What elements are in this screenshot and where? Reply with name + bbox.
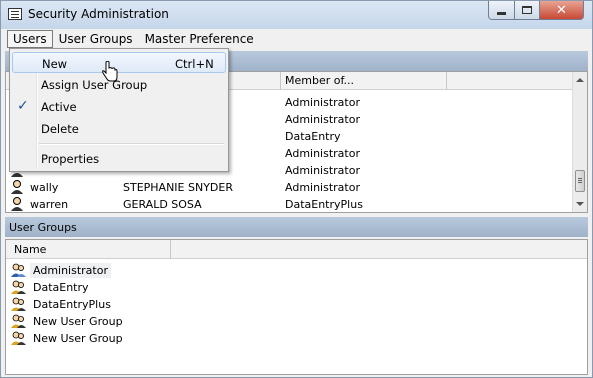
member-of-cell: DataEntryPlus	[285, 198, 363, 211]
menu-item-properties[interactable]: Properties	[12, 148, 226, 169]
member-of-cell: DataEntry	[285, 130, 341, 143]
member-of-cell: Administrator	[285, 147, 360, 160]
menu-item-active[interactable]: ✓ Active	[12, 96, 226, 117]
column-separator[interactable]	[446, 72, 447, 90]
list-item[interactable]: DataEntryPlus	[10, 296, 114, 312]
group-name: Administrator	[30, 262, 111, 278]
login-cell: wally	[30, 181, 59, 194]
name-cell: STEPHANIE SNYDER	[123, 181, 233, 194]
menu-item-label: Assign User Group	[41, 78, 148, 92]
app-icon	[8, 8, 22, 20]
list-item[interactable]: New User Group	[10, 330, 126, 346]
maximize-icon	[522, 6, 532, 14]
mouse-cursor-hand-icon	[102, 61, 118, 82]
table-row[interactable]: wally STEPHANIE SNYDER Administrator	[6, 179, 573, 196]
group-name: New User Group	[33, 331, 123, 345]
member-of-cell: Administrator	[285, 164, 360, 177]
close-icon: ✕	[556, 2, 567, 18]
menu-item-label: Properties	[41, 152, 100, 166]
menu-item-label: Active	[41, 100, 77, 114]
groups-list[interactable]: Name Administrator DataEntry DataEntryPl…	[5, 239, 588, 375]
menu-master-preference[interactable]: Master Preference	[139, 30, 260, 48]
user-group-icon	[11, 297, 26, 311]
minimize-button[interactable]	[488, 1, 515, 20]
user-icon	[11, 180, 23, 194]
login-cell: warren	[30, 198, 69, 211]
menu-users[interactable]: Users	[7, 30, 53, 48]
menu-separator	[39, 143, 224, 144]
users-scrollbar[interactable]	[572, 72, 587, 212]
users-dropdown-menu: New Ctrl+N Assign User Group ✓ Active De…	[9, 48, 229, 172]
group-name: New User Group	[33, 314, 123, 328]
window-title: Security Administration	[28, 7, 169, 21]
member-of-cell: Administrator	[285, 113, 360, 126]
user-icon	[11, 197, 23, 211]
maximize-button[interactable]	[514, 1, 540, 20]
group-name: DataEntryPlus	[33, 297, 111, 311]
user-group-icon	[11, 331, 26, 345]
list-item[interactable]: DataEntry	[10, 279, 92, 295]
menu-item-label: New	[42, 57, 68, 71]
table-row[interactable]: warren GERALD SOSA DataEntryPlus	[6, 196, 573, 213]
column-separator[interactable]	[170, 240, 171, 259]
user-group-icon	[11, 280, 26, 294]
menu-item-shortcut: Ctrl+N	[175, 57, 214, 71]
column-member-of[interactable]: Member of...	[285, 74, 354, 87]
menu-item-new[interactable]: New Ctrl+N	[12, 52, 226, 73]
scroll-thumb[interactable]	[575, 170, 585, 192]
member-of-cell: Administrator	[285, 96, 360, 109]
user-group-icon	[11, 263, 26, 277]
menu-item-label: Delete	[41, 122, 79, 136]
column-name[interactable]: Name	[14, 243, 46, 256]
menu-user-groups[interactable]: User Groups	[53, 30, 139, 48]
groups-panel-header: User Groups	[5, 217, 588, 237]
column-separator[interactable]	[280, 72, 281, 90]
groups-column-header: Name	[6, 240, 587, 259]
name-cell: GERALD SOSA	[123, 198, 202, 211]
security-admin-window: Security Administration ✕ Users User Gro…	[0, 0, 593, 378]
group-name: DataEntry	[33, 280, 89, 294]
scroll-up-arrow-icon[interactable]	[576, 78, 584, 82]
user-group-icon	[11, 314, 26, 328]
close-button[interactable]: ✕	[539, 1, 584, 20]
list-item[interactable]: Administrator	[10, 262, 111, 278]
menu-bar: Users User Groups Master Preference	[1, 29, 592, 49]
menu-item-assign-user-group[interactable]: Assign User Group	[12, 74, 226, 95]
title-bar[interactable]: Security Administration ✕	[1, 1, 592, 29]
checkmark-icon: ✓	[17, 98, 29, 114]
list-item[interactable]: New User Group	[10, 313, 126, 329]
member-of-cell: Administrator	[285, 181, 360, 194]
scroll-down-arrow-icon[interactable]	[576, 202, 584, 206]
menu-item-delete[interactable]: Delete	[12, 118, 226, 139]
minimize-icon	[497, 11, 506, 15]
